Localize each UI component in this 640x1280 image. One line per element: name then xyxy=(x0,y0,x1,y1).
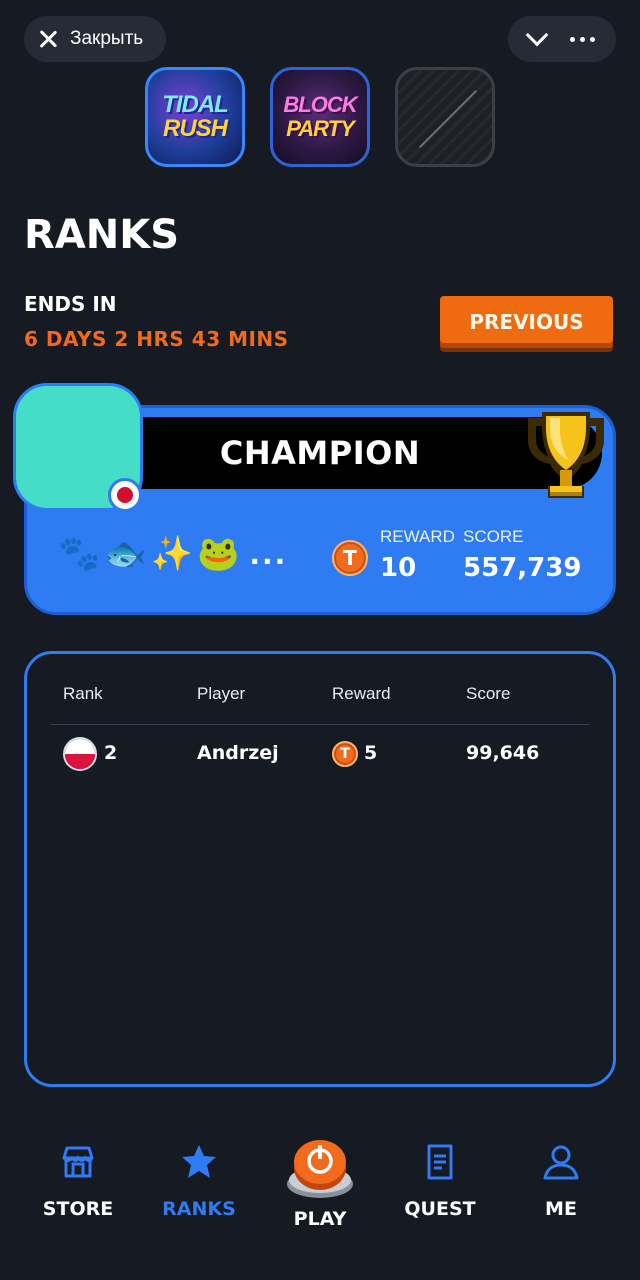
badge-emojis: 🐾🐟✨🐸 xyxy=(58,534,244,574)
trophy-icon xyxy=(528,412,604,498)
champion-badges: 🐾🐟✨🐸 ... xyxy=(58,534,287,574)
table-row-score: 99,646 xyxy=(466,742,540,764)
japan-flag-icon xyxy=(108,478,142,512)
nav-ranks[interactable]: RANKS xyxy=(149,1140,249,1220)
nav-quest[interactable]: QUEST xyxy=(390,1140,490,1220)
score-value: 557,739 xyxy=(463,553,582,583)
previous-button[interactable]: PREVIOUS xyxy=(440,296,613,348)
nav-play-label: PLAY xyxy=(293,1208,347,1230)
table-row-reward: 5 xyxy=(364,742,378,764)
play-button[interactable] xyxy=(285,1132,355,1202)
table-row-rank: 2 xyxy=(104,742,118,764)
badge-more: ... xyxy=(249,537,288,571)
leaderboard-table xyxy=(24,651,616,1087)
more-icon[interactable] xyxy=(570,36,596,42)
quest-icon xyxy=(420,1140,460,1184)
column-header-reward: Reward xyxy=(332,684,391,703)
game-tidal-rush[interactable]: TIDAL RUSH xyxy=(145,67,245,167)
champion-title: CHAMPION xyxy=(219,434,421,472)
coin-icon: T xyxy=(332,540,368,576)
window-menu xyxy=(508,16,616,62)
reward-label: REWARD xyxy=(380,527,455,546)
chevron-down-icon[interactable] xyxy=(525,23,549,47)
page-title: RANKS xyxy=(24,212,180,258)
coin-icon: T xyxy=(332,741,358,767)
game-title-line1: TIDAL xyxy=(162,91,229,118)
close-icon xyxy=(38,29,58,49)
nav-store-label: STORE xyxy=(42,1198,114,1220)
nav-me-label: ME xyxy=(545,1198,577,1220)
nav-store[interactable]: STORE xyxy=(28,1140,128,1220)
game-locked[interactable] xyxy=(395,67,495,167)
game-title-line2: RUSH xyxy=(162,115,228,142)
nav-me[interactable]: ME xyxy=(511,1140,611,1220)
nav-quest-label: QUEST xyxy=(404,1198,476,1220)
game-title-line2: PARTY xyxy=(286,116,355,141)
score-label: SCORE xyxy=(463,527,524,546)
ranks-icon xyxy=(179,1140,219,1184)
nav-ranks-label: RANKS xyxy=(162,1198,236,1220)
ends-in-label: ENDS IN xyxy=(24,292,117,316)
column-header-rank: Rank xyxy=(63,684,103,703)
table-row-player[interactable]: Andrzej xyxy=(197,742,279,764)
close-label: Закрыть xyxy=(70,28,144,49)
column-header-player: Player xyxy=(197,684,246,703)
game-title-line1: BLOCK xyxy=(283,92,357,117)
column-header-score: Score xyxy=(466,684,511,703)
table-divider xyxy=(51,724,589,725)
reward-value: 10 xyxy=(380,553,417,583)
store-icon xyxy=(58,1140,98,1184)
close-button[interactable]: Закрыть xyxy=(24,16,166,62)
poland-flag-icon xyxy=(63,737,97,771)
profile-icon xyxy=(541,1140,581,1184)
countdown-text: 6 DAYS 2 HRS 43 MINS xyxy=(24,327,289,351)
game-block-party[interactable]: BLOCK PARTY xyxy=(270,67,370,167)
